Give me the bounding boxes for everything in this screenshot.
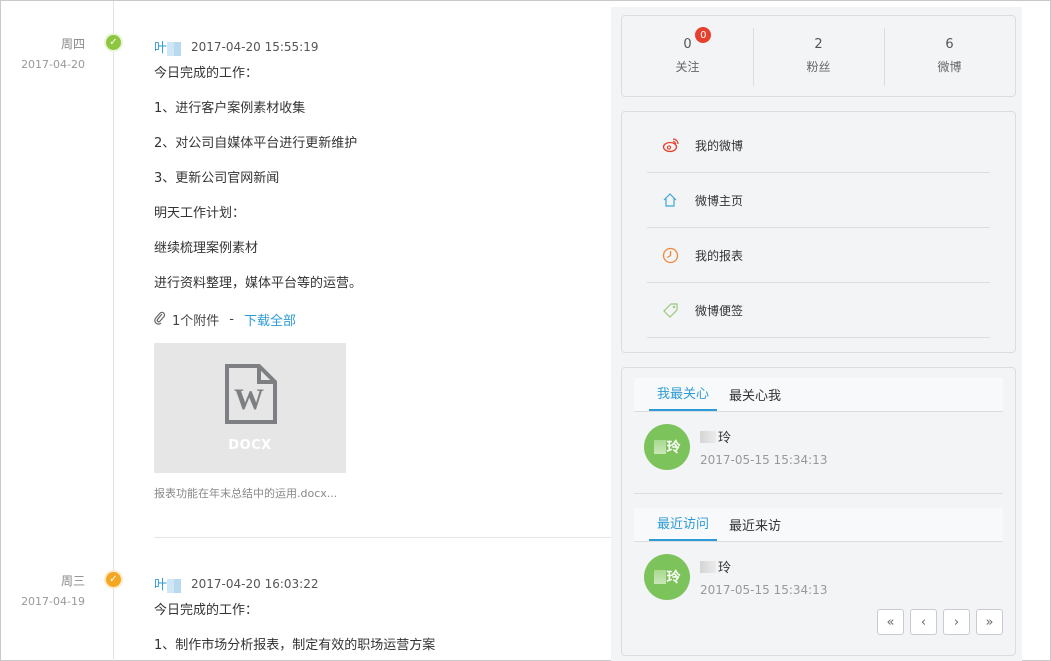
attachment-count: 1个附件 [172,314,220,329]
paperclip-icon [154,311,166,329]
stat-value: 2 [814,37,823,52]
author-link[interactable]: 叶 [154,37,182,56]
attachment-thumbnail[interactable]: W DOCX [154,343,346,473]
right-sidebar: 00 关注 2 粉丝 6 微博 我的微博 微博主页 我的报表 微博便签 我最关心… [611,7,1022,661]
entry-date-text: 2017-04-20 [21,58,85,71]
menu-label: 我的报表 [695,248,744,263]
stats-card: 00 关注 2 粉丝 6 微博 [621,15,1016,97]
clock-icon [647,247,695,264]
stat-label: 关注 [675,60,700,74]
tab-recent-visits[interactable]: 最近访问 [649,513,718,541]
menu-item-weibo-notes[interactable]: 微博便签 [647,283,990,338]
entry-line: 1、进行客户案例素材收集 [154,101,306,116]
tab-cares-me-most[interactable]: 最关心我 [721,385,789,411]
attachment-filename[interactable]: 报表功能在年末总结中的运用.docx... [154,485,362,501]
user-item[interactable]: 玲 玲 2017-05-15 15:34:13 [644,424,827,470]
menu-item-weibo-home[interactable]: 微博主页 [647,173,990,228]
entry-timestamp: 2017-04-20 16:03:22 [191,576,319,591]
stat-label: 微博 [937,60,962,74]
pagination: « ‹ › » [877,609,1003,635]
visit-tabs: 最近访问 最近来访 [634,508,1003,542]
entry-timestamp: 2017-04-20 15:55:19 [191,39,319,54]
entry-line: 3、更新公司官网新闻 [154,171,280,186]
follow-card: 我最关心 最关心我 玲 玲 2017-05-15 15:34:13 最近访问 最… [621,367,1016,656]
stat-value: 6 [945,37,954,52]
author-link[interactable]: 叶 [154,574,182,593]
user-time: 2017-05-15 15:34:13 [700,453,828,467]
download-all-link[interactable]: 下载全部 [244,310,296,329]
attachment-row: 1个附件 - 下载全部 [154,310,362,329]
menu-label: 微博主页 [695,193,744,208]
svg-text:W: W [234,383,264,416]
entry-line: 进行资料整理，媒体平台等的运营。 [154,276,363,291]
user-name: 玲 [700,427,827,446]
menu-label: 我的微博 [695,138,744,153]
stat-value: 0 [683,37,692,52]
notification-badge: 0 [695,27,712,43]
menu-item-my-weibo[interactable]: 我的微博 [647,118,990,173]
stat-label: 粉丝 [806,60,831,74]
user-time: 2017-05-15 15:34:13 [700,583,828,597]
weibo-icon [647,137,695,153]
nav-menu: 我的微博 微博主页 我的报表 微博便签 [621,111,1016,353]
menu-item-my-reports[interactable]: 我的报表 [647,228,990,283]
section-divider [634,493,1003,494]
entry-date-text: 2017-04-19 [21,595,85,608]
entry-line: 明天工作计划： [154,206,246,221]
entry-line: 继续梳理案例素材 [154,241,259,256]
entry-content: 叶 2017-04-20 15:55:19 今日完成的工作： 1、进行客户案例素… [154,37,362,501]
entry-date: 周三 2017-04-19 [1,572,85,608]
entry-divider [154,537,611,538]
prev-page-button[interactable]: ‹ [910,609,937,635]
entry-weekday: 周三 [60,574,85,588]
entry-date: 周四 2017-04-20 [1,35,85,71]
care-tabs: 我最关心 最关心我 [634,378,1003,412]
user-name: 玲 [700,557,827,576]
avatar: 玲 [644,554,690,600]
tag-icon [647,302,695,319]
last-page-button[interactable]: » [976,609,1003,635]
entry-content: 叶 2017-04-20 16:03:22 今日完成的工作： 1、制作市场分析报… [154,574,435,655]
entry-weekday: 周四 [60,37,85,51]
entry-line: 今日完成的工作： [154,603,259,618]
home-icon [647,192,695,208]
menu-label: 微博便签 [695,303,744,318]
avatar: 玲 [644,424,690,470]
check-icon: ✓ [106,35,121,50]
word-document-icon: W [225,363,277,424]
next-page-button[interactable]: › [943,609,970,635]
stat-weibo[interactable]: 6 微博 [884,16,1015,96]
entry-line: 1、制作市场分析报表，制定有效的职场运营方案 [154,638,436,653]
timeline-line [113,1,114,661]
tab-i-care-most[interactable]: 我最关心 [649,383,718,411]
entry-line: 2、对公司自媒体平台进行更新维护 [154,136,358,151]
stat-followers[interactable]: 2 粉丝 [753,16,884,96]
first-page-button[interactable]: « [877,609,904,635]
check-icon: ✓ [106,572,121,587]
stat-following[interactable]: 00 关注 [622,16,753,96]
file-extension: DOCX [228,437,272,453]
entry-line: 今日完成的工作： [154,66,259,81]
attachment-separator: - [229,312,234,327]
user-item[interactable]: 玲 玲 2017-05-15 15:34:13 [644,554,827,600]
tab-recent-visitors[interactable]: 最近来访 [721,515,789,541]
